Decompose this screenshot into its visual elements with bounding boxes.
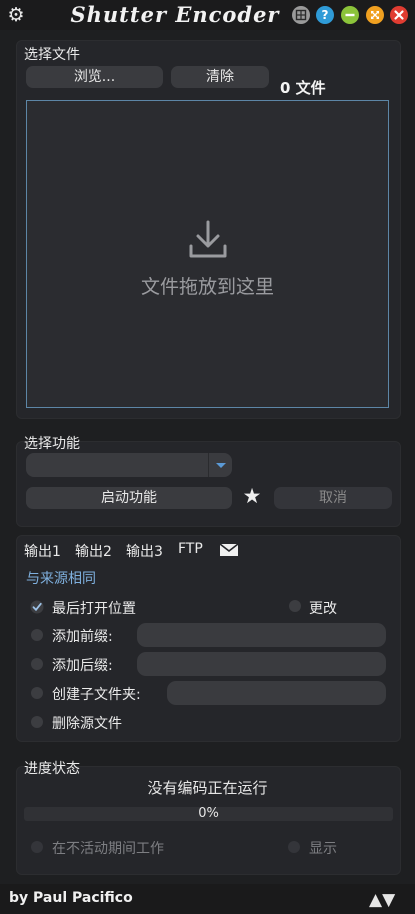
- suffix-input[interactable]: [137, 652, 386, 676]
- maximize-icon[interactable]: [366, 6, 384, 24]
- function-select[interactable]: [26, 453, 232, 477]
- minimize-icon[interactable]: [341, 6, 359, 24]
- author-byline: by Paul Pacifico: [9, 890, 133, 906]
- file-selection-title: 选择文件: [24, 47, 80, 63]
- subfolder-label: 创建子文件夹:: [52, 687, 141, 703]
- last-open-checkbox[interactable]: [30, 600, 44, 614]
- last-open-label: 最后打开位置: [52, 601, 136, 617]
- start-function-button[interactable]: 启动功能: [26, 487, 232, 509]
- change-checkbox[interactable]: [289, 600, 301, 612]
- layout-icon[interactable]: [292, 6, 310, 24]
- same-as-source-label[interactable]: 与来源相同: [26, 568, 96, 588]
- work-inactive-label: 在不活动期间工作: [52, 841, 164, 857]
- clear-button[interactable]: 清除: [171, 66, 269, 88]
- suffix-checkbox[interactable]: [31, 658, 43, 670]
- collapse-arrows-icon[interactable]: ▲▼: [369, 890, 395, 910]
- cancel-button[interactable]: 取消: [274, 487, 392, 509]
- gear-icon[interactable]: ⚙: [6, 5, 26, 25]
- work-inactive-checkbox[interactable]: [31, 841, 43, 853]
- drop-hint-text: 文件拖放到这里: [140, 276, 274, 298]
- delete-source-label: 删除源文件: [52, 716, 122, 732]
- app-title: Shutter Encoder: [70, 2, 280, 27]
- mail-icon[interactable]: [219, 543, 239, 557]
- file-count: 0 文件: [280, 79, 326, 97]
- tab-output3[interactable]: 输出3: [126, 541, 163, 561]
- tab-ftp[interactable]: FTP: [178, 541, 203, 557]
- star-icon[interactable]: ★: [240, 484, 264, 508]
- show-checkbox[interactable]: [288, 841, 300, 853]
- suffix-label: 添加后缀:: [52, 658, 113, 674]
- help-icon[interactable]: ?: [316, 6, 334, 24]
- delete-source-checkbox[interactable]: [31, 716, 43, 728]
- tab-output2[interactable]: 输出2: [75, 541, 112, 561]
- progress-title: 进度状态: [24, 761, 80, 777]
- prefix-input[interactable]: [137, 623, 386, 647]
- subfolder-checkbox[interactable]: [31, 687, 43, 699]
- change-label: 更改: [309, 601, 337, 617]
- progress-status: 没有编码正在运行: [147, 779, 268, 797]
- show-label: 显示: [309, 841, 337, 857]
- close-icon[interactable]: [390, 6, 408, 24]
- chevron-down-icon[interactable]: [208, 453, 232, 477]
- browse-button[interactable]: 浏览...: [26, 66, 163, 88]
- prefix-label: 添加前缀:: [52, 629, 113, 645]
- function-title: 选择功能: [24, 436, 80, 452]
- tab-output1[interactable]: 输出1: [24, 541, 61, 561]
- download-icon: [186, 218, 230, 262]
- prefix-checkbox[interactable]: [31, 629, 43, 641]
- progress-percent: 0%: [198, 806, 219, 821]
- subfolder-input[interactable]: [167, 681, 386, 705]
